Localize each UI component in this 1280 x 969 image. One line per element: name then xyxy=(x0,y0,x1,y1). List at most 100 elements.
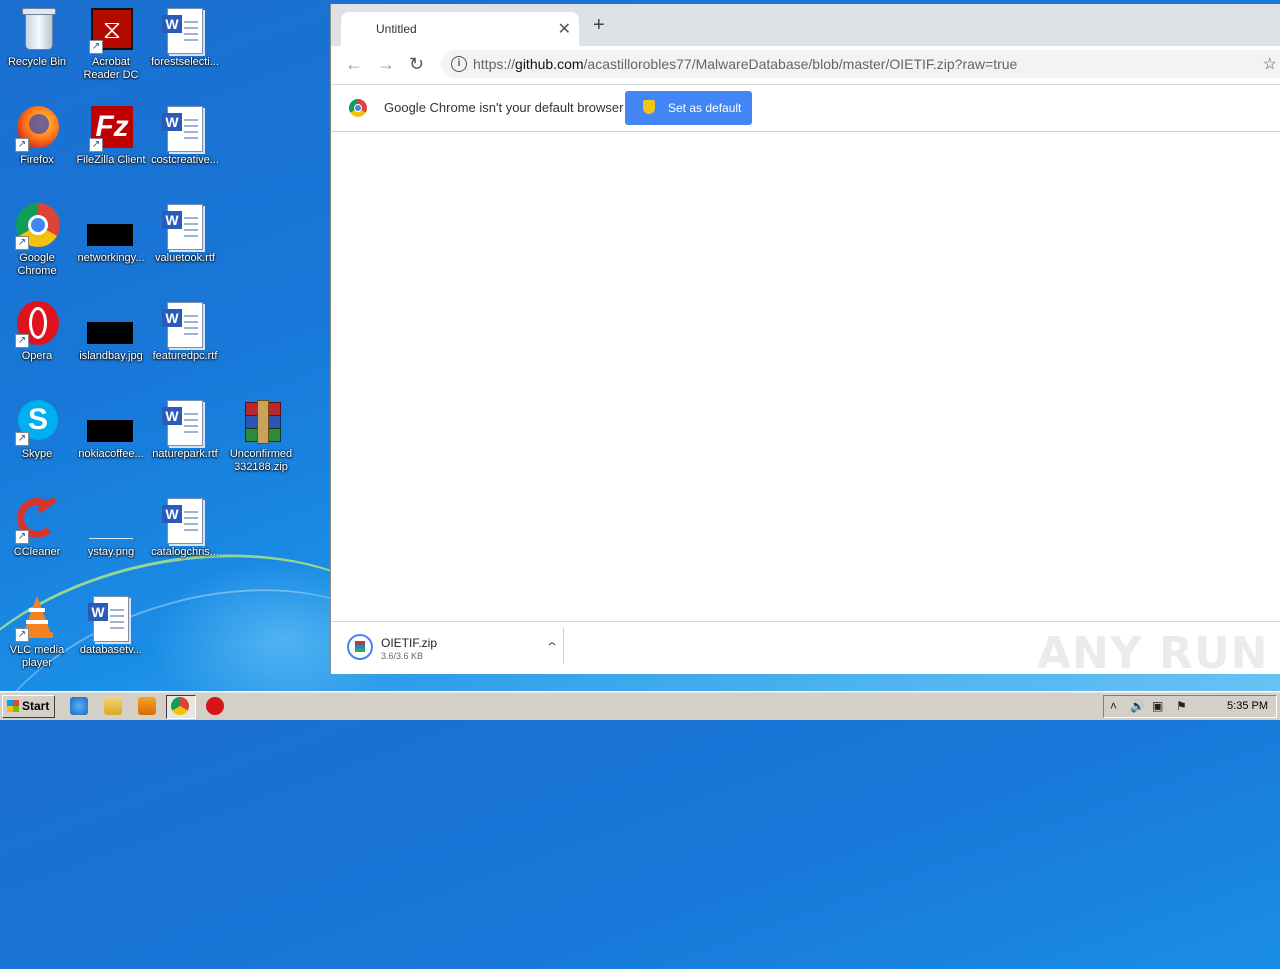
desktop-icon-recycle-bin[interactable]: Recycle Bin xyxy=(0,6,74,69)
url-scheme: https:// xyxy=(473,56,516,72)
download-filename: OIETIF.zip xyxy=(381,636,438,650)
reload-icon[interactable]: ↻ xyxy=(409,54,424,75)
desktop-icon-ystay[interactable]: ystay.png xyxy=(74,496,148,559)
download-shelf: OIETIF.zip 3.6/3.6 KB ⌃ ANY RUN xyxy=(331,621,1280,679)
chrome-logo-icon xyxy=(349,99,367,117)
icon-label: Firefox xyxy=(20,154,54,166)
show-hidden-icons-icon[interactable]: ˄ xyxy=(1110,699,1117,713)
icon-label: Acrobat Reader DC xyxy=(83,56,139,81)
icon-label: Skype xyxy=(21,448,53,460)
desktop-icon-opera[interactable]: ↗ Opera xyxy=(0,300,74,363)
icon-label: FileZilla Client xyxy=(76,154,146,166)
url-path: /acastillorobles77/MalwareDatabase/blob/… xyxy=(583,56,1018,72)
media-player-icon[interactable] xyxy=(138,697,156,715)
desktop-icon-islandbay[interactable]: islandbay.jpg xyxy=(74,300,148,363)
ccleaner-icon: ↗ xyxy=(13,496,61,544)
divider xyxy=(563,628,564,664)
word-document-icon: W xyxy=(161,496,209,544)
network-icon[interactable]: ▣ xyxy=(1152,699,1163,713)
desktop-icon-nokiacoffee[interactable]: nokiacoffee... xyxy=(74,398,148,461)
desktop-icon-costcreative[interactable]: W costcreative... xyxy=(148,104,222,167)
file-explorer-icon[interactable] xyxy=(104,697,122,715)
infobar-text: Google Chrome isn't your default browser xyxy=(384,100,624,115)
tab-title: Untitled xyxy=(376,22,417,36)
word-document-icon: W xyxy=(161,202,209,250)
url-text[interactable]: https://github.com/acastillorobles77/Mal… xyxy=(473,56,1017,72)
vlc-icon: ↗ xyxy=(13,594,61,642)
icon-label: VLC media player xyxy=(9,644,65,669)
image-thumbnail-icon xyxy=(87,398,135,446)
desktop-icon-firefox[interactable]: ↗ Firefox xyxy=(0,104,74,167)
system-tray: ˄ 🔊 ▣ ⚑ 5:35 PM xyxy=(1103,695,1277,718)
desktop-icon-skype[interactable]: S ↗ Skype xyxy=(0,398,74,461)
icon-label: CCleaner xyxy=(13,546,61,558)
url-host: github.com xyxy=(515,56,584,72)
icon-label: costcreative... xyxy=(151,154,219,166)
desktop-icon-catalogchris[interactable]: W catalogchris... xyxy=(148,496,222,559)
opera-icon[interactable] xyxy=(206,697,224,715)
tab-untitled[interactable]: Untitled ✕ xyxy=(341,12,579,46)
default-browser-infobar: Google Chrome isn't your default browser… xyxy=(331,85,1280,132)
word-document-icon: W xyxy=(161,398,209,446)
desktop-icon-naturepark[interactable]: W naturepark.rtf xyxy=(148,398,222,461)
desktop-icon-featuredpc[interactable]: W featuredpc.rtf xyxy=(148,300,222,363)
icon-label: featuredpc.rtf xyxy=(152,350,218,362)
back-arrow-icon[interactable]: ← xyxy=(345,54,363,75)
filezilla-icon: Fz ↗ xyxy=(87,104,135,152)
opera-icon: ↗ xyxy=(13,300,61,348)
action-center-flag-icon[interactable]: ⚑ xyxy=(1176,699,1187,713)
desktop-icon-ccleaner[interactable]: ↗ CCleaner xyxy=(0,496,74,559)
icon-label: Opera xyxy=(21,350,53,362)
icon-label: Recycle Bin xyxy=(7,56,67,68)
info-icon[interactable]: i xyxy=(451,56,467,72)
windows-flag-icon xyxy=(7,700,19,712)
icon-label: forestselecti... xyxy=(151,56,219,68)
icon-label: valuetook.rtf xyxy=(155,252,215,264)
desktop-icon-forestselecti[interactable]: W forestselecti... xyxy=(148,6,222,69)
start-button[interactable]: Start xyxy=(2,695,55,718)
watermark: ANY RUN xyxy=(1037,628,1269,679)
start-label: Start xyxy=(22,699,50,713)
desktop-icon-networkingy[interactable]: networkingy... xyxy=(74,202,148,265)
taskbar-chrome-button[interactable] xyxy=(166,695,196,719)
chevron-up-icon[interactable]: ⌃ xyxy=(545,640,559,654)
icon-label: networkingy... xyxy=(77,252,145,264)
clock[interactable]: 5:35 PM xyxy=(1227,700,1268,712)
set-as-default-button[interactable]: Set as default xyxy=(625,91,752,125)
desktop-icon-google-chrome[interactable]: ↗ Google Chrome xyxy=(0,202,74,278)
firefox-icon: ↗ xyxy=(13,104,61,152)
word-document-icon: W xyxy=(161,104,209,152)
close-icon[interactable]: ✕ xyxy=(558,19,571,39)
image-thumbnail-icon xyxy=(87,202,135,250)
internet-explorer-icon[interactable] xyxy=(70,697,88,715)
icon-label: Google Chrome xyxy=(17,252,57,277)
address-bar[interactable]: i https://github.com/acastillorobles77/M… xyxy=(441,50,1280,78)
volume-icon[interactable]: 🔊 xyxy=(1130,699,1145,713)
desktop-icon-valuetook[interactable]: W valuetook.rtf xyxy=(148,202,222,265)
icon-label: naturepark.rtf xyxy=(152,448,218,460)
new-tab-button[interactable]: + xyxy=(593,14,605,37)
acrobat-icon: ⧖ ↗ xyxy=(87,6,135,54)
image-thumbnail-icon xyxy=(87,300,135,348)
bookmark-star-icon[interactable]: ☆ xyxy=(1263,54,1277,74)
download-item[interactable]: OIETIF.zip 3.6/3.6 KB ⌃ xyxy=(347,632,559,664)
word-document-icon: W xyxy=(87,594,135,642)
chrome-window: Untitled ✕ + ← → ↻ i https://github.com/… xyxy=(330,4,1280,679)
page-content xyxy=(331,132,1280,622)
shield-icon xyxy=(643,100,655,114)
taskbar: Start ˄ 🔊 ▣ ⚑ 5:35 PM xyxy=(0,691,1280,720)
zip-file-icon xyxy=(347,634,373,660)
set-as-default-label: Set as default xyxy=(668,101,742,115)
tab-strip: Untitled ✕ + xyxy=(331,4,1280,46)
chrome-icon: ↗ xyxy=(13,202,61,250)
toolbar: ← → ↻ i https://github.com/acastillorobl… xyxy=(331,46,1280,85)
desktop-icon-databasetv[interactable]: W databasetv... xyxy=(74,594,148,657)
forward-arrow-icon[interactable]: → xyxy=(377,54,395,75)
desktop-icon-acrobat-reader[interactable]: ⧖ ↗ Acrobat Reader DC xyxy=(74,6,148,82)
recycle-bin-icon xyxy=(13,6,61,54)
desktop-icon-unconfirmed-zip[interactable]: Unconfirmed 332188.zip xyxy=(224,398,298,474)
icon-label: databasetv... xyxy=(79,644,143,656)
chrome-icon xyxy=(171,697,189,715)
desktop-icon-filezilla[interactable]: Fz ↗ FileZilla Client xyxy=(74,104,148,167)
desktop-icon-vlc[interactable]: ↗ VLC media player xyxy=(0,594,74,670)
